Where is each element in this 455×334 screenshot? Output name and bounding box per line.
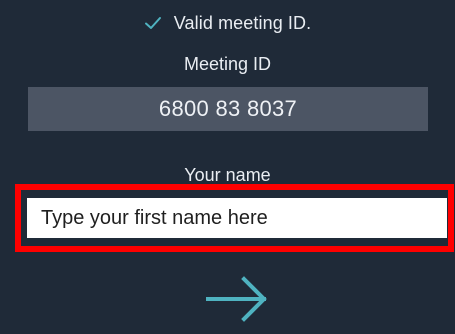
join-meeting-screen: Valid meeting ID. Meeting ID 6800 83 803…	[0, 0, 455, 334]
meeting-id-value: 6800 83 8037	[158, 96, 298, 121]
meeting-id-field: 6800 83 8037	[28, 87, 428, 131]
your-name-label: Your name	[184, 165, 271, 185]
next-button[interactable]	[203, 273, 271, 325]
check-icon	[144, 14, 162, 32]
valid-meeting-id-text: Valid meeting ID.	[173, 12, 312, 33]
meeting-id-status: Valid meeting ID.	[0, 8, 455, 38]
first-name-input[interactable]	[27, 198, 447, 238]
meeting-id-label: Meeting ID	[183, 54, 272, 74]
arrow-right-icon	[206, 276, 267, 322]
